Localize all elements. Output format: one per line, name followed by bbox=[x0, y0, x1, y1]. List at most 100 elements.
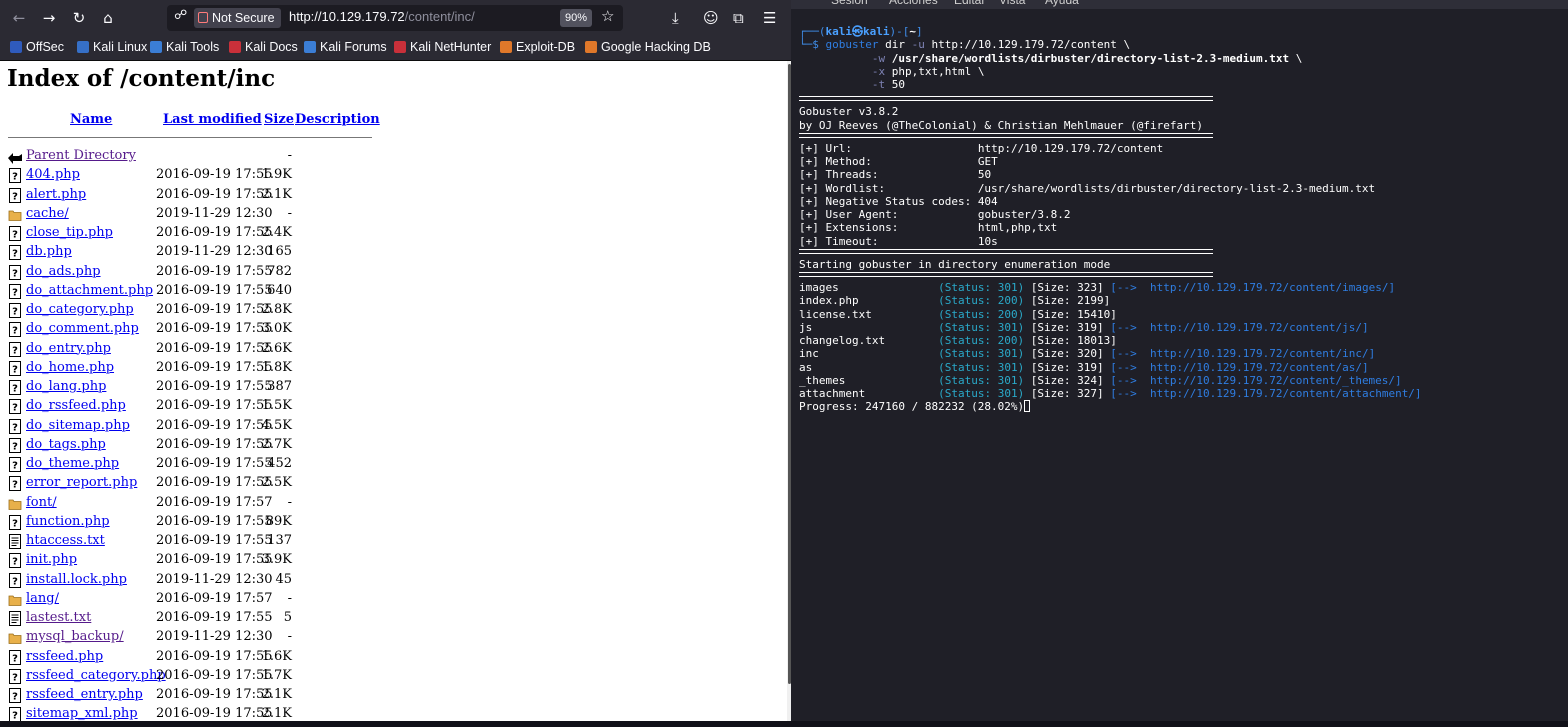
table-row: ? close_tip.php 2016-09-19 17:55 2.4K bbox=[0, 224, 400, 243]
file-link[interactable]: rssfeed.php bbox=[26, 649, 103, 664]
result-size: [Size: 323] bbox=[1030, 281, 1104, 294]
file-link[interactable]: install.lock.php bbox=[26, 572, 127, 587]
file-link[interactable]: db.php bbox=[26, 244, 72, 259]
file-link[interactable]: do_entry.php bbox=[26, 341, 111, 356]
prompt-host: kali bbox=[863, 25, 890, 38]
bookmark-label: Exploit-DB bbox=[516, 40, 576, 54]
result-redirect: [--> http://10.129.179.72/content/_theme… bbox=[1110, 373, 1402, 387]
file-link[interactable]: function.php bbox=[26, 514, 110, 529]
file-link[interactable]: do_theme.php bbox=[26, 456, 119, 471]
file-size: 782 bbox=[267, 263, 292, 279]
column-header-last-modified[interactable]: Last modified bbox=[163, 112, 262, 127]
unknown-file-icon: ? bbox=[8, 399, 22, 415]
tracking-shield-icon[interactable]: ☍ bbox=[174, 8, 187, 23]
url-text[interactable]: http://10.129.179.72/content/inc/ bbox=[289, 9, 475, 24]
file-link[interactable]: cache/ bbox=[26, 206, 69, 221]
back-arrow-icon[interactable]: ← bbox=[8, 8, 30, 28]
file-link[interactable]: do_attachment.php bbox=[26, 283, 153, 298]
bookmark-3[interactable]: Kali Docs bbox=[229, 40, 298, 54]
file-link[interactable]: alert.php bbox=[26, 187, 86, 202]
account-icon[interactable]: ☺ bbox=[703, 8, 719, 28]
config-line: [+] Method: GET bbox=[799, 155, 998, 168]
file-size: 1.5K bbox=[261, 398, 292, 414]
file-link[interactable]: lastest.txt bbox=[26, 610, 91, 625]
reload-icon[interactable]: ↻ bbox=[68, 8, 90, 28]
home-icon[interactable]: ⌂ bbox=[97, 8, 119, 28]
bookmark-7[interactable]: Google Hacking DB bbox=[585, 40, 711, 54]
page-title: Index of /content/inc bbox=[7, 65, 276, 92]
table-row: ? do_rssfeed.php 2016-09-19 17:55 1.5K bbox=[0, 397, 400, 416]
extensions-icon[interactable]: ⧉ bbox=[733, 8, 744, 28]
taskbar bbox=[0, 721, 1568, 727]
menu-icon[interactable]: ☰ bbox=[763, 8, 776, 28]
bookmark-0[interactable]: OffSec bbox=[10, 40, 64, 54]
bookmark-5[interactable]: Kali NetHunter bbox=[394, 40, 491, 54]
separator-line bbox=[799, 96, 1213, 102]
parent-directory-link[interactable]: Parent Directory bbox=[26, 148, 136, 163]
bookmark-star-icon[interactable]: ☆ bbox=[601, 7, 614, 25]
terminal-menu-item[interactable]: Sesión bbox=[831, 0, 868, 7]
column-header-description[interactable]: Description bbox=[295, 112, 380, 127]
table-row: Parent Directory - bbox=[0, 147, 400, 166]
file-link[interactable]: close_tip.php bbox=[26, 225, 113, 240]
zoom-level-badge[interactable]: 90% bbox=[560, 9, 593, 27]
column-header-name[interactable]: Name bbox=[70, 112, 112, 127]
file-link[interactable]: htaccess.txt bbox=[26, 533, 105, 548]
config-line: [+] User Agent: gobuster/3.8.2 bbox=[799, 208, 1071, 221]
forward-arrow-icon[interactable]: → bbox=[38, 8, 60, 28]
svg-text:?: ? bbox=[12, 692, 18, 703]
file-link[interactable]: error_report.php bbox=[26, 475, 137, 490]
file-link[interactable]: init.php bbox=[26, 552, 77, 567]
bookmark-2[interactable]: Kali Tools bbox=[150, 40, 219, 54]
file-link[interactable]: 404.php bbox=[26, 167, 80, 182]
bookmark-4[interactable]: Kali Forums bbox=[304, 40, 387, 54]
config-key: [+] Timeout: bbox=[799, 234, 879, 248]
column-header-size[interactable]: Size bbox=[264, 112, 294, 127]
bookmark-6[interactable]: Exploit-DB bbox=[500, 40, 575, 54]
config-line: [+] Extensions: html,php,txt bbox=[799, 221, 1057, 234]
file-link[interactable]: do_lang.php bbox=[26, 379, 106, 394]
file-link[interactable]: do_tags.php bbox=[26, 437, 106, 452]
file-link[interactable]: do_sitemap.php bbox=[26, 418, 130, 433]
result-size: [Size: 319] bbox=[1030, 320, 1104, 334]
svg-text:?: ? bbox=[12, 653, 18, 664]
file-link[interactable]: do_ads.php bbox=[26, 264, 101, 279]
file-link[interactable]: rssfeed_entry.php bbox=[26, 687, 143, 702]
terminal-menu-item[interactable]: Acciones bbox=[889, 0, 938, 7]
file-link[interactable]: rssfeed_category.php bbox=[26, 668, 166, 683]
result-line: _themes (Status: 301) [Size: 324] [--> h… bbox=[799, 374, 1402, 387]
result-status: (Status: 200) bbox=[938, 294, 1025, 308]
table-row: lang/2016-09-19 17:57- bbox=[0, 590, 400, 609]
file-size: 5 bbox=[283, 610, 292, 625]
config-value: gobuster/3.8.2 bbox=[977, 208, 1071, 221]
file-link[interactable]: font/ bbox=[26, 495, 57, 510]
bookmark-1[interactable]: Kali Linux bbox=[77, 40, 147, 54]
text-file-icon bbox=[8, 534, 22, 549]
config-line: [+] Url: http://10.129.179.72/content bbox=[799, 142, 1163, 155]
terminal-menu-item[interactable]: Ayuda bbox=[1045, 0, 1079, 7]
table-row: ? do_entry.php 2016-09-19 17:55 2.6K bbox=[0, 340, 400, 359]
url-bar[interactable]: ☍ Not Secure http://10.129.179.72/conten… bbox=[167, 5, 623, 31]
file-link[interactable]: do_home.php bbox=[26, 360, 114, 375]
file-link[interactable]: mysql_backup/ bbox=[26, 629, 124, 644]
file-link[interactable]: do_comment.php bbox=[26, 321, 139, 336]
folder-icon bbox=[8, 630, 22, 645]
terminal-menu-item[interactable]: Editar bbox=[954, 0, 985, 7]
prompt-user: kali bbox=[825, 25, 853, 38]
bookmark-label: Google Hacking DB bbox=[601, 40, 711, 54]
command-url: http://10.129.179.72/content \ bbox=[924, 38, 1131, 52]
file-link[interactable]: do_rssfeed.php bbox=[26, 398, 126, 413]
downloads-icon[interactable]: ⤓ bbox=[672, 8, 679, 28]
file-size: 2.8K bbox=[261, 302, 292, 317]
not-secure-badge[interactable]: Not Secure bbox=[194, 8, 281, 28]
config-key: [+] Url: bbox=[799, 141, 852, 155]
file-link[interactable]: lang/ bbox=[26, 591, 59, 606]
unknown-file-icon: ? bbox=[8, 380, 22, 395]
unknown-file-icon: ? bbox=[8, 245, 22, 261]
svg-text:?: ? bbox=[12, 172, 18, 183]
terminal-window: Sesión Acciones Editar Vista Ayuda ┌──(kali㉿… bbox=[791, 0, 1568, 727]
result-line: changelog.txt (Status: 200) [Size: 18013… bbox=[799, 334, 1117, 347]
file-link[interactable]: sitemap_xml.php bbox=[26, 706, 138, 721]
terminal-menu-item[interactable]: Vista bbox=[999, 0, 1025, 7]
file-link[interactable]: do_category.php bbox=[26, 302, 134, 317]
